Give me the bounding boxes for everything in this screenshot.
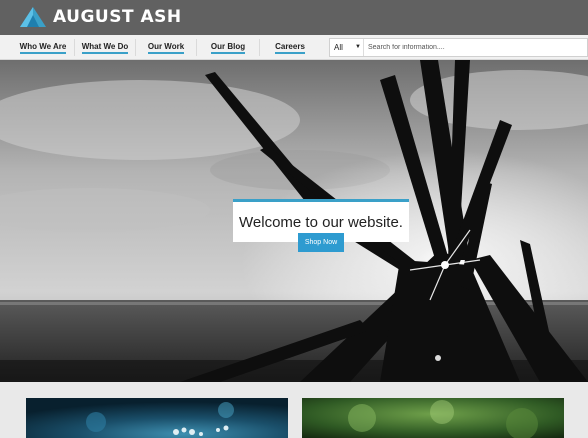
brand-name: AUGUST ASH bbox=[53, 7, 182, 27]
nav-item-who-we-are[interactable]: Who We Are bbox=[12, 35, 74, 60]
card-image-blue-flowers bbox=[26, 398, 288, 438]
search-input[interactable] bbox=[368, 40, 586, 55]
site-header: AUGUST ASH bbox=[0, 0, 588, 35]
hero-headline: Welcome to our website. bbox=[239, 213, 403, 231]
nav-item-our-blog[interactable]: Our Blog bbox=[197, 35, 259, 60]
search-bar: All ▼ bbox=[329, 38, 588, 57]
nav-item-careers[interactable]: Careers bbox=[260, 35, 320, 60]
feature-card-image[interactable] bbox=[26, 398, 288, 438]
nav-item-our-work[interactable]: Our Work bbox=[136, 35, 196, 60]
triangle-logo-icon bbox=[20, 7, 46, 27]
site-logo[interactable]: AUGUST ASH bbox=[19, 6, 182, 28]
feature-card-image[interactable] bbox=[302, 398, 564, 438]
card-image-green-bokeh bbox=[302, 398, 564, 438]
shop-now-button[interactable]: Shop Now bbox=[298, 233, 344, 252]
chevron-down-icon: ▼ bbox=[355, 44, 361, 50]
nav-item-what-we-do[interactable]: What We Do bbox=[75, 35, 135, 60]
feature-cards bbox=[0, 382, 588, 438]
